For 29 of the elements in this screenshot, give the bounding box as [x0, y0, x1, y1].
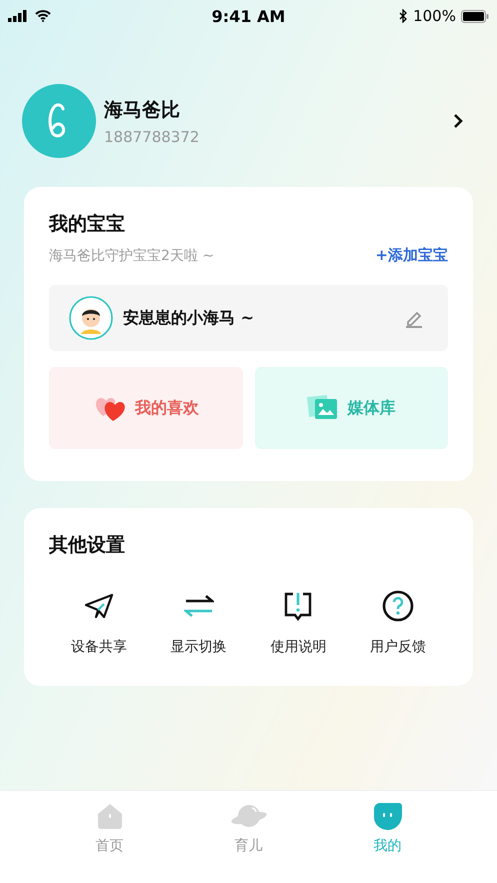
add-baby-link[interactable]: +添加宝宝	[375, 246, 448, 265]
home-icon	[96, 801, 124, 831]
settings-item[interactable]: 使用说明	[248, 590, 348, 656]
user-phone: 1887788372	[104, 128, 200, 146]
baby-name: 安崽崽的小海马 ~	[123, 308, 255, 328]
wifi-icon	[35, 10, 51, 22]
battery-percent: 100%	[413, 7, 456, 25]
photo-icon	[307, 394, 340, 422]
card-title: 我的宝宝	[49, 212, 126, 237]
user-name: 海马爸比	[104, 98, 181, 122]
tab-item[interactable]: 首页	[40, 801, 179, 855]
card-subtitle: 海马爸比守护宝宝2天啦 ~	[49, 246, 214, 264]
book-alert-icon	[283, 590, 314, 622]
favorites-tile[interactable]: 我的喜欢	[49, 367, 242, 449]
tab-item[interactable]: 育儿	[179, 801, 318, 855]
avatar-icon[interactable]	[22, 84, 96, 158]
help-icon	[382, 590, 414, 622]
bluetooth-icon	[399, 9, 408, 23]
settings-item[interactable]: 显示切换	[148, 590, 248, 656]
status-time: 9:41 AM	[212, 6, 286, 26]
baby-row[interactable]: 安崽崽的小海马 ~	[49, 285, 448, 351]
settings-item[interactable]: 设备共享	[49, 590, 149, 656]
blob-face-icon	[372, 801, 402, 831]
battery-icon	[460, 10, 489, 22]
card-title: 其他设置	[49, 533, 126, 558]
settings-item[interactable]: 用户反馈	[348, 590, 448, 656]
chevron-right-icon[interactable]	[453, 113, 463, 129]
child-avatar-icon	[69, 296, 113, 340]
tab-item[interactable]: 我的	[318, 801, 457, 855]
